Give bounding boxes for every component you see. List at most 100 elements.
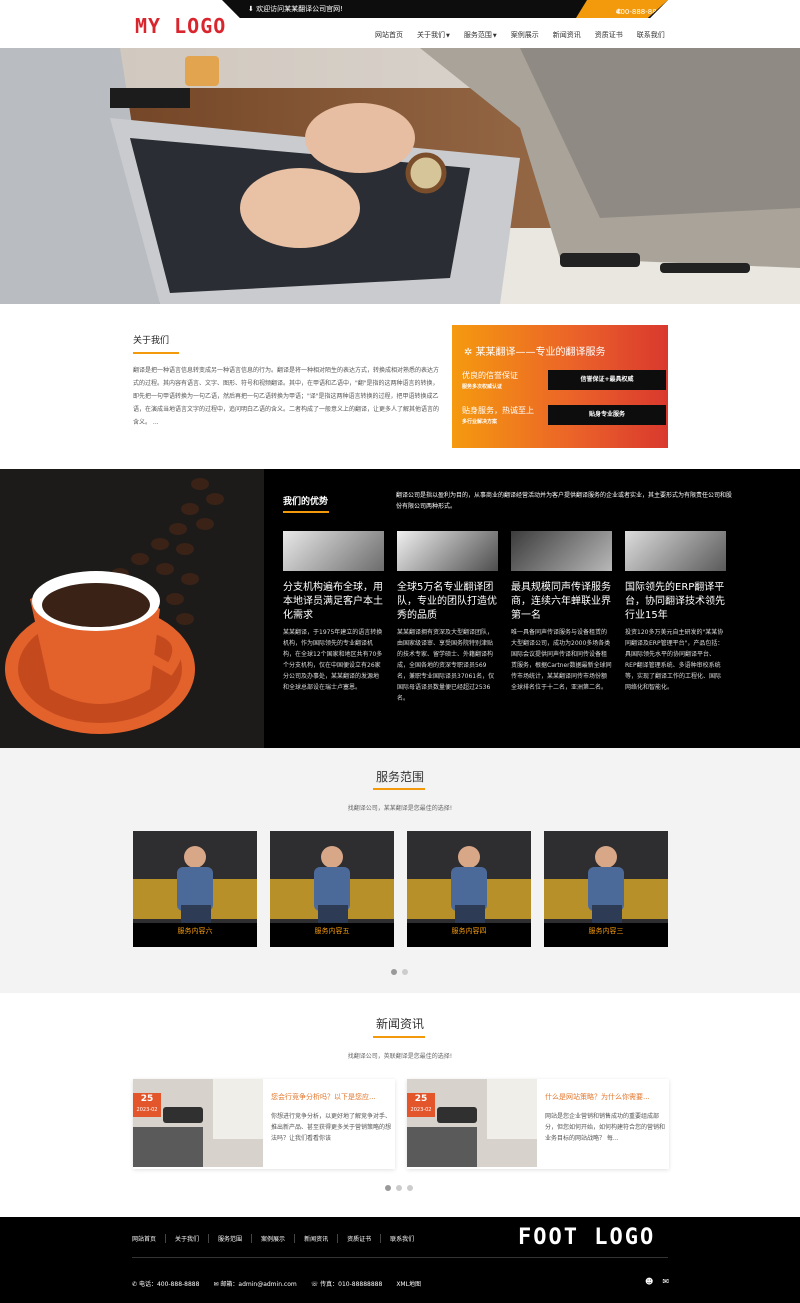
- advantage-heading: 全球5万名专业翻译团队，专业的团队打造优秀的品质: [397, 582, 497, 621]
- advantage-heading: 最具规模同声传译服务商，连续六年蝉联业界第一名: [511, 582, 611, 621]
- footer-fax: ☏ 传真：010-88888888: [310, 1281, 383, 1288]
- advantage-body: 投资120多万美元自主研发的"某某协同翻译及ERP管理平台"，产品包括：具国际领…: [625, 629, 724, 691]
- service-card[interactable]: 服务内容六: [133, 831, 257, 947]
- footer-contact: ✆ 电话：400-888-8888 ✉ 邮箱：admin@admin.com ☏…: [132, 1279, 421, 1288]
- gear-icon: ✲: [464, 347, 476, 358]
- advantage-body: 某某翻译拥有资深及大型翻译团队，由国家级译审、享受国务院特别津贴的技术专家、留学…: [397, 629, 495, 702]
- hotline-badge: ✆ 400-888-8888: [576, 0, 668, 18]
- advantage-section: 我们的优势 翻译公司是指以盈利为目的，从事商业的翻译经营活动并为客户提供翻译服务…: [0, 469, 800, 748]
- promo-button-credit[interactable]: 信誉保证+最具权威: [548, 370, 666, 390]
- services-pagination: [391, 969, 408, 975]
- about-text: 翻译是把一种语言信息转变成另一种语言信息的行为。翻译是将一种相对陌生的表达方式，…: [133, 367, 440, 426]
- footer-email: ✉ 邮箱：admin@admin.com: [213, 1281, 297, 1288]
- nav-item-news[interactable]: 新闻资讯: [546, 30, 588, 42]
- services-section: 服务范围 找翻译公司，某某翻译是您最佳的选择! 服务内容六 服务内容五 服务内容…: [0, 748, 800, 993]
- footer-link[interactable]: 关于我们: [175, 1234, 210, 1243]
- qq-icon[interactable]: ☻: [645, 1277, 653, 1286]
- caret-down-icon: ▼: [446, 33, 450, 39]
- footer-links: 网站首页 关于我们 服务范围 案例展示 新闻资讯 资质证书 联系我们: [132, 1234, 432, 1243]
- nav-item-cases[interactable]: 案例展示: [504, 30, 546, 42]
- nav-item-contact[interactable]: 联系我们: [630, 30, 672, 42]
- advantage-item: 分支机构遍布全球，用本地译员满足客户本土化需求 某某翻译，于1975年建立的语言…: [283, 531, 384, 693]
- news-excerpt: 网站是您企业营销和销售成功的重要组成部分，但您如何开始，如何构建符合您的营销和业…: [545, 1113, 666, 1142]
- service-caption: 服务内容三: [588, 927, 624, 935]
- footer-link[interactable]: 网站首页: [132, 1234, 167, 1243]
- service-image: [407, 831, 531, 923]
- news-card[interactable]: 25 2023-02 您会行竞争分析吗？以下是您应... 你想进行竞争分析，以更好…: [133, 1079, 395, 1169]
- hero-laptop-image: [0, 48, 800, 304]
- advantage-heading: 分支机构遍布全球，用本地译员满足客户本土化需求: [283, 582, 383, 621]
- about-title: 关于我们: [133, 336, 170, 346]
- service-card[interactable]: 服务内容四: [407, 831, 531, 947]
- footer-logo[interactable]: FOOT LOGO: [518, 1225, 655, 1250]
- pagination-dot[interactable]: [402, 969, 408, 975]
- pagination-dot[interactable]: [391, 969, 397, 975]
- advantage-item: 全球5万名专业翻译团队，专业的团队打造优秀的品质 某某翻译拥有资深及大型翻译团队…: [397, 531, 498, 704]
- news-title-link[interactable]: 什么是网站策略？为什么你需要...: [545, 1092, 663, 1102]
- news-subtitle: 找翻译公司，英联翻译是您最佳的选择!: [347, 1053, 453, 1060]
- news-underline: [373, 1036, 425, 1038]
- promo-line1-sub: 服务多次权威认证: [462, 384, 503, 390]
- news-date-badge: 25 2023-02: [407, 1093, 435, 1117]
- footer-xml-map[interactable]: XML地图: [396, 1279, 421, 1288]
- service-image: [270, 831, 394, 923]
- nav-item-home[interactable]: 网站首页: [368, 30, 410, 42]
- advantage-item: 国际领先的ERP翻译平台，协同翻译技术领先行业15年 投资120多万美元自主研发…: [625, 531, 726, 693]
- nav-item-services[interactable]: 服务范围▼: [457, 30, 504, 42]
- welcome-label: 欢迎访问某某翻译公司官网!: [256, 5, 343, 13]
- service-card[interactable]: 服务内容五: [270, 831, 394, 947]
- promo-title: ✲ 某某翻译——专业的翻译服务: [464, 347, 606, 358]
- footer-link[interactable]: 案例展示: [261, 1234, 296, 1243]
- advantage-underline: [283, 511, 329, 513]
- promo-line2: 贴身服务，热诚至上: [462, 406, 534, 415]
- service-caption: 服务内容五: [314, 927, 350, 935]
- footer-link[interactable]: 联系我们: [390, 1234, 423, 1243]
- service-caption: 服务内容四: [451, 927, 487, 935]
- site-logo[interactable]: MY LOGO: [135, 14, 226, 38]
- service-image: [544, 831, 668, 923]
- promo-line2-sub: 多行业解决方案: [462, 419, 498, 425]
- fax-icon: ☏: [310, 1281, 321, 1288]
- nav-item-certs[interactable]: 资质证书: [588, 30, 630, 42]
- advantage-image: [625, 531, 726, 571]
- services-underline: [373, 788, 425, 790]
- footer-phone: ✆ 电话：400-888-8888: [132, 1281, 200, 1288]
- pagination-dot[interactable]: [385, 1185, 391, 1191]
- pagination-dot[interactable]: [396, 1185, 402, 1191]
- hero-banner: [0, 48, 800, 304]
- news-title-link[interactable]: 您会行竞争分析吗？以下是您应...: [271, 1092, 389, 1102]
- footer-link[interactable]: 新闻资讯: [304, 1234, 339, 1243]
- top-bar: ⬇ 欢迎访问某某翻译公司官网! ✆ 400-888-8888: [222, 0, 668, 18]
- news-pagination: [385, 1185, 413, 1191]
- news-excerpt: 你想进行竞争分析，以更好地了解竞争对手、推出新产品、甚至获得更多关于营销策略的想…: [271, 1113, 392, 1142]
- promo-button-service[interactable]: 贴身专业服务: [548, 405, 666, 425]
- footer-divider: [132, 1257, 668, 1258]
- coffee-image: [0, 469, 264, 748]
- welcome-text: ⬇ 欢迎访问某某翻译公司官网!: [248, 4, 343, 14]
- service-caption: 服务内容六: [177, 927, 213, 935]
- pagination-dot[interactable]: [407, 1185, 413, 1191]
- footer-link[interactable]: 资质证书: [347, 1234, 382, 1243]
- advantage-desc: 翻译公司是指以盈利为目的，从事商业的翻译经营活动并为客户提供翻译服务的企业或者实…: [396, 492, 733, 510]
- advantage-item: 最具规模同声传译服务商，连续六年蝉联业界第一名 唯一具备同声传译服务与设备租赁的…: [511, 531, 612, 693]
- service-card[interactable]: 服务内容三: [544, 831, 668, 947]
- advantage-image: [397, 531, 498, 571]
- download-icon: ⬇: [248, 5, 257, 13]
- main-nav: 网站首页 关于我们▼ 服务范围▼ 案例展示 新闻资讯 资质证书 联系我们: [368, 30, 672, 42]
- advantage-body: 唯一具备同声传译服务与设备租赁的大型翻译公司，成功为2000多场各类国际会议提供…: [511, 629, 612, 691]
- footer: 网站首页 关于我们 服务范围 案例展示 新闻资讯 资质证书 联系我们 FOOT …: [0, 1217, 800, 1303]
- services-title: 服务范围: [375, 770, 424, 784]
- advantage-heading: 国际领先的ERP翻译平台，协同翻译技术领先行业15年: [625, 582, 725, 621]
- advantage-image: [511, 531, 612, 571]
- advantage-image: [283, 531, 384, 571]
- mail-icon[interactable]: ✉: [662, 1277, 669, 1286]
- phone-icon: ✆: [132, 1281, 139, 1288]
- news-card[interactable]: 25 2023-02 什么是网站策略？为什么你需要... 网站是您企业营销和销售成…: [407, 1079, 669, 1169]
- hotline-number: 400-888-8888: [616, 8, 666, 16]
- advantage-title: 我们的优势: [283, 497, 329, 507]
- footer-link[interactable]: 服务范围: [218, 1234, 253, 1243]
- news-title: 新闻资讯: [375, 1017, 424, 1031]
- promo-line1: 优良的信誉保证: [462, 371, 518, 380]
- nav-item-about[interactable]: 关于我们▼: [410, 30, 457, 42]
- services-subtitle: 找翻译公司，某某翻译是您最佳的选择!: [347, 805, 453, 812]
